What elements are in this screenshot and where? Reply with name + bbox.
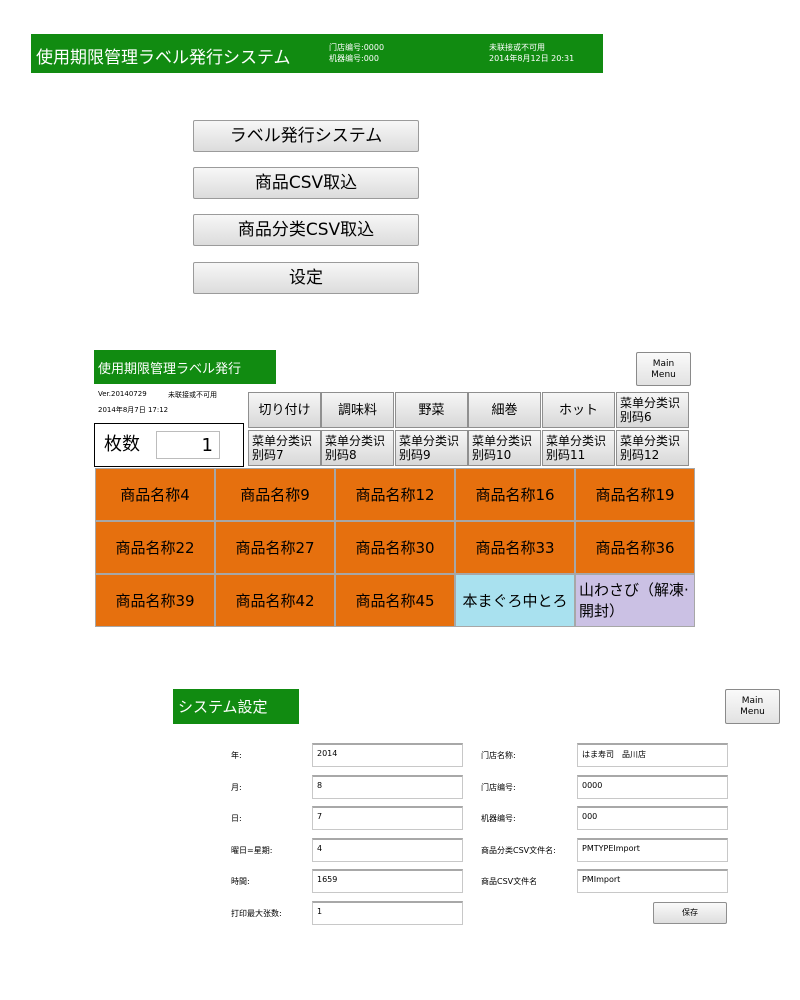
product-button[interactable]: 商品名称27: [215, 521, 335, 574]
version-label: Ver.20140729: [98, 390, 147, 398]
settings-main-menu-button[interactable]: Main Menu: [725, 689, 780, 724]
product-button[interactable]: 商品名称19: [575, 468, 695, 521]
category-button[interactable]: 細巻: [468, 392, 541, 428]
category-button[interactable]: 菜单分类识 别码8: [321, 430, 394, 466]
category-button[interactable]: 調味料: [321, 392, 394, 428]
store-number-label: 门店编号:: [481, 783, 516, 792]
time-label: 時間:: [231, 877, 250, 886]
product-button[interactable]: 商品名称16: [455, 468, 575, 521]
category-button[interactable]: 菜单分类识 别码6: [616, 392, 689, 428]
machine-number-label: 机器编号:: [481, 814, 516, 823]
store-name-input[interactable]: はま寿司 品川店: [577, 743, 728, 767]
category-csv-label: 商品分类CSV文件名:: [481, 846, 556, 855]
category-button[interactable]: 菜单分类识 别码11: [542, 430, 615, 466]
category-button[interactable]: ホット: [542, 392, 615, 428]
year-input[interactable]: 2014: [312, 743, 463, 767]
product-button[interactable]: 山わさび（解凍·開封）: [575, 574, 695, 627]
top-header-bar: 使用期限管理ラベル発行システム 门店编号:0000 机器编号:000 未联接或不可…: [31, 34, 603, 73]
connection-status: 未联接或不可用: [168, 391, 217, 399]
issue-date: 2014年8月7日 17:12: [98, 406, 169, 414]
time-input[interactable]: 1659: [312, 869, 463, 893]
category-button[interactable]: 菜单分类识 别码9: [395, 430, 468, 466]
machine-number-input[interactable]: 000: [577, 806, 728, 830]
product-button[interactable]: 商品名称22: [95, 521, 215, 574]
label-issue-system-button[interactable]: ラベル発行システム: [193, 120, 419, 152]
product-button[interactable]: 商品名称33: [455, 521, 575, 574]
product-csv-import-button[interactable]: 商品CSV取込: [193, 167, 419, 199]
count-input[interactable]: 1: [156, 431, 220, 459]
app-title: 使用期限管理ラベル発行システム: [36, 48, 291, 68]
category-button[interactable]: 菜单分类识 别码12: [616, 430, 689, 466]
store-name-label: 门店名称:: [481, 751, 516, 760]
product-csv-label: 商品CSV文件名: [481, 877, 538, 886]
issue-header: 使用期限管理ラベル発行: [94, 350, 276, 384]
product-csv-input[interactable]: PMImport: [577, 869, 728, 893]
product-button[interactable]: 商品名称4: [95, 468, 215, 521]
year-label: 年:: [231, 751, 242, 760]
category-button[interactable]: 野菜: [395, 392, 468, 428]
day-input[interactable]: 7: [312, 806, 463, 830]
product-button[interactable]: 商品名称45: [335, 574, 455, 627]
count-label: 枚数: [104, 434, 140, 455]
day-label: 日:: [231, 814, 242, 823]
product-button[interactable]: 商品名称30: [335, 521, 455, 574]
product-button[interactable]: 商品名称42: [215, 574, 335, 627]
product-button[interactable]: 商品名称39: [95, 574, 215, 627]
product-button[interactable]: 商品名称12: [335, 468, 455, 521]
category-button[interactable]: 切り付け: [248, 392, 321, 428]
max-print-label: 打印最大张数:: [231, 909, 282, 918]
product-button[interactable]: 商品名称36: [575, 521, 695, 574]
store-number-input[interactable]: 0000: [577, 775, 728, 799]
category-button[interactable]: 菜单分类识 别码10: [468, 430, 541, 466]
weekday-label: 曜日=星期:: [231, 846, 273, 855]
max-print-input[interactable]: 1: [312, 901, 463, 925]
product-button[interactable]: 商品名称9: [215, 468, 335, 521]
category-csv-input[interactable]: PMTYPEImport: [577, 838, 728, 862]
store-number: 门店编号:0000 机器编号:000: [329, 43, 385, 63]
settings-header: システム設定: [173, 689, 299, 724]
month-label: 月:: [231, 783, 242, 792]
save-button[interactable]: 保存: [653, 902, 727, 924]
settings-button[interactable]: 设定: [193, 262, 419, 294]
category-button[interactable]: 菜单分类识 别码7: [248, 430, 321, 466]
product-category-csv-import-button[interactable]: 商品分类CSV取込: [193, 214, 419, 246]
status-info: 未联接或不可用 2014年8月12日 20:31: [489, 43, 575, 63]
weekday-input[interactable]: 4: [312, 838, 463, 862]
month-input[interactable]: 8: [312, 775, 463, 799]
product-button[interactable]: 本まぐろ中とろ: [455, 574, 575, 627]
main-menu-button[interactable]: Main Menu: [636, 352, 691, 386]
